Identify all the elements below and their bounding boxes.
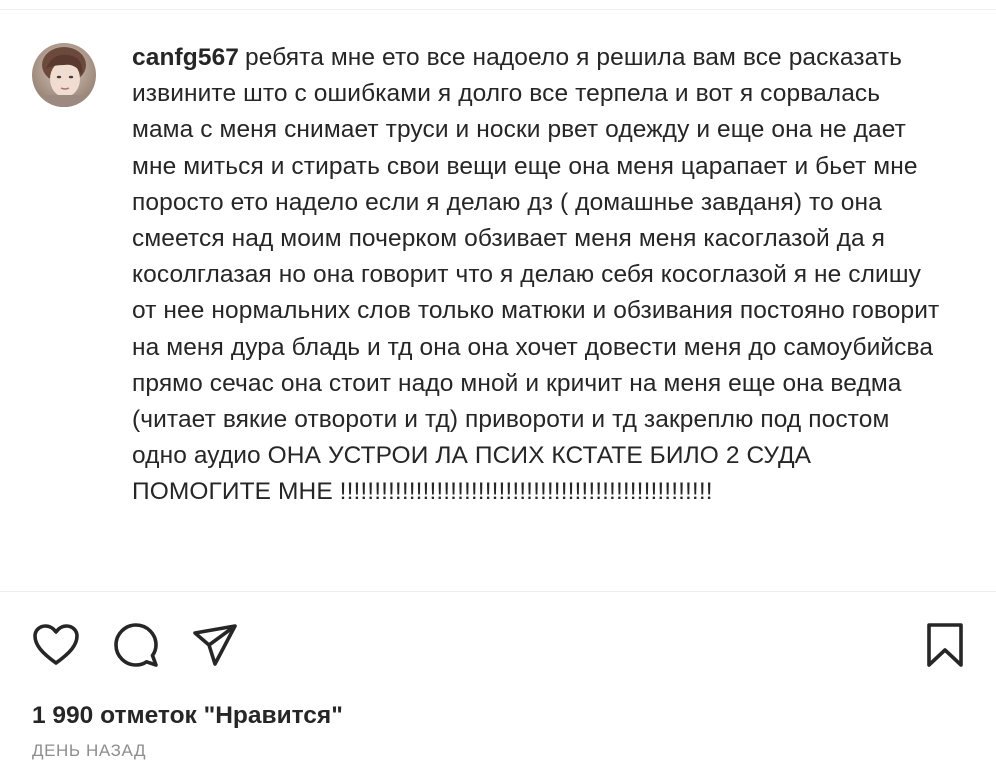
- top-divider: [0, 0, 996, 10]
- avatar-image: [32, 43, 96, 107]
- post-timestamp[interactable]: ДЕНЬ НАЗАД: [32, 741, 146, 761]
- likes-count[interactable]: 1 990 отметок "Нравится": [32, 702, 343, 730]
- comment-button[interactable]: [111, 620, 161, 670]
- comment-icon: [114, 623, 158, 667]
- username-link[interactable]: canfg567: [132, 44, 239, 71]
- heart-icon: [33, 624, 79, 665]
- post-caption: canfg567 ребята мне ето все надоело я реш…: [32, 40, 962, 511]
- caption-text: ребята мне ето все надоело я решила вам …: [132, 44, 940, 506]
- like-button[interactable]: [31, 620, 81, 670]
- actions-divider: [0, 591, 996, 592]
- action-bar: [0, 612, 996, 672]
- share-button[interactable]: [190, 620, 240, 670]
- paper-plane-icon: [193, 624, 237, 666]
- user-avatar[interactable]: [32, 43, 96, 107]
- caption-text-block: canfg567 ребята мне ето все надоело я реш…: [132, 40, 942, 511]
- save-button[interactable]: [920, 620, 970, 670]
- bookmark-icon: [927, 623, 963, 667]
